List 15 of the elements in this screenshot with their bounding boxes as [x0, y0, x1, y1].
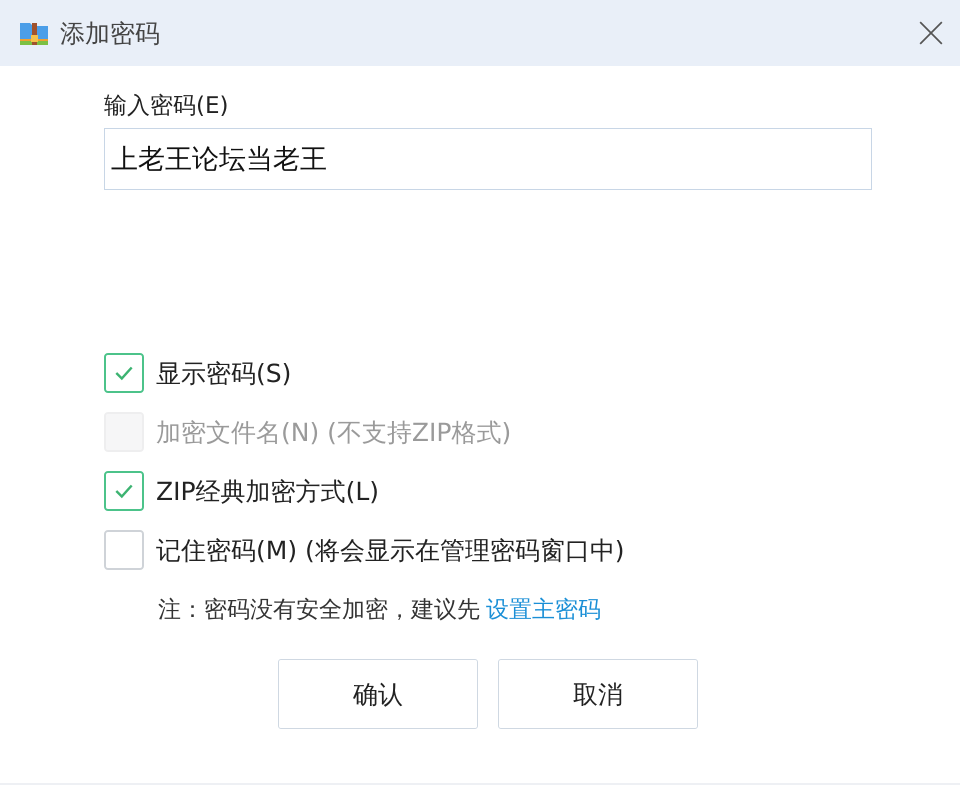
option-label: 记住密码(M) (将会显示在管理密码窗口中) [156, 534, 625, 566]
window-title: 添加密码 [60, 18, 161, 50]
confirm-button[interactable]: 确认 [278, 659, 478, 729]
checkbox[interactable] [104, 353, 144, 393]
field-label: 输入密码(E) [104, 92, 230, 121]
close-icon[interactable] [918, 20, 944, 46]
note-text: 注：密码没有安全加密，建议先 设置主密码 [158, 596, 602, 625]
option-label: 显示密码(S) [156, 358, 292, 390]
set-master-password-link[interactable]: 设置主密码 [486, 597, 601, 623]
checkbox[interactable] [104, 530, 144, 570]
password-field[interactable]: 上老王论坛当老王 [104, 128, 872, 190]
option-label: ZIP经典加密方式(L) [156, 476, 380, 508]
checkbox[interactable] [104, 471, 144, 511]
cancel-button[interactable]: 取消 [498, 659, 698, 729]
option-label: 加密文件名(N) (不支持ZIP格式) [156, 416, 512, 448]
